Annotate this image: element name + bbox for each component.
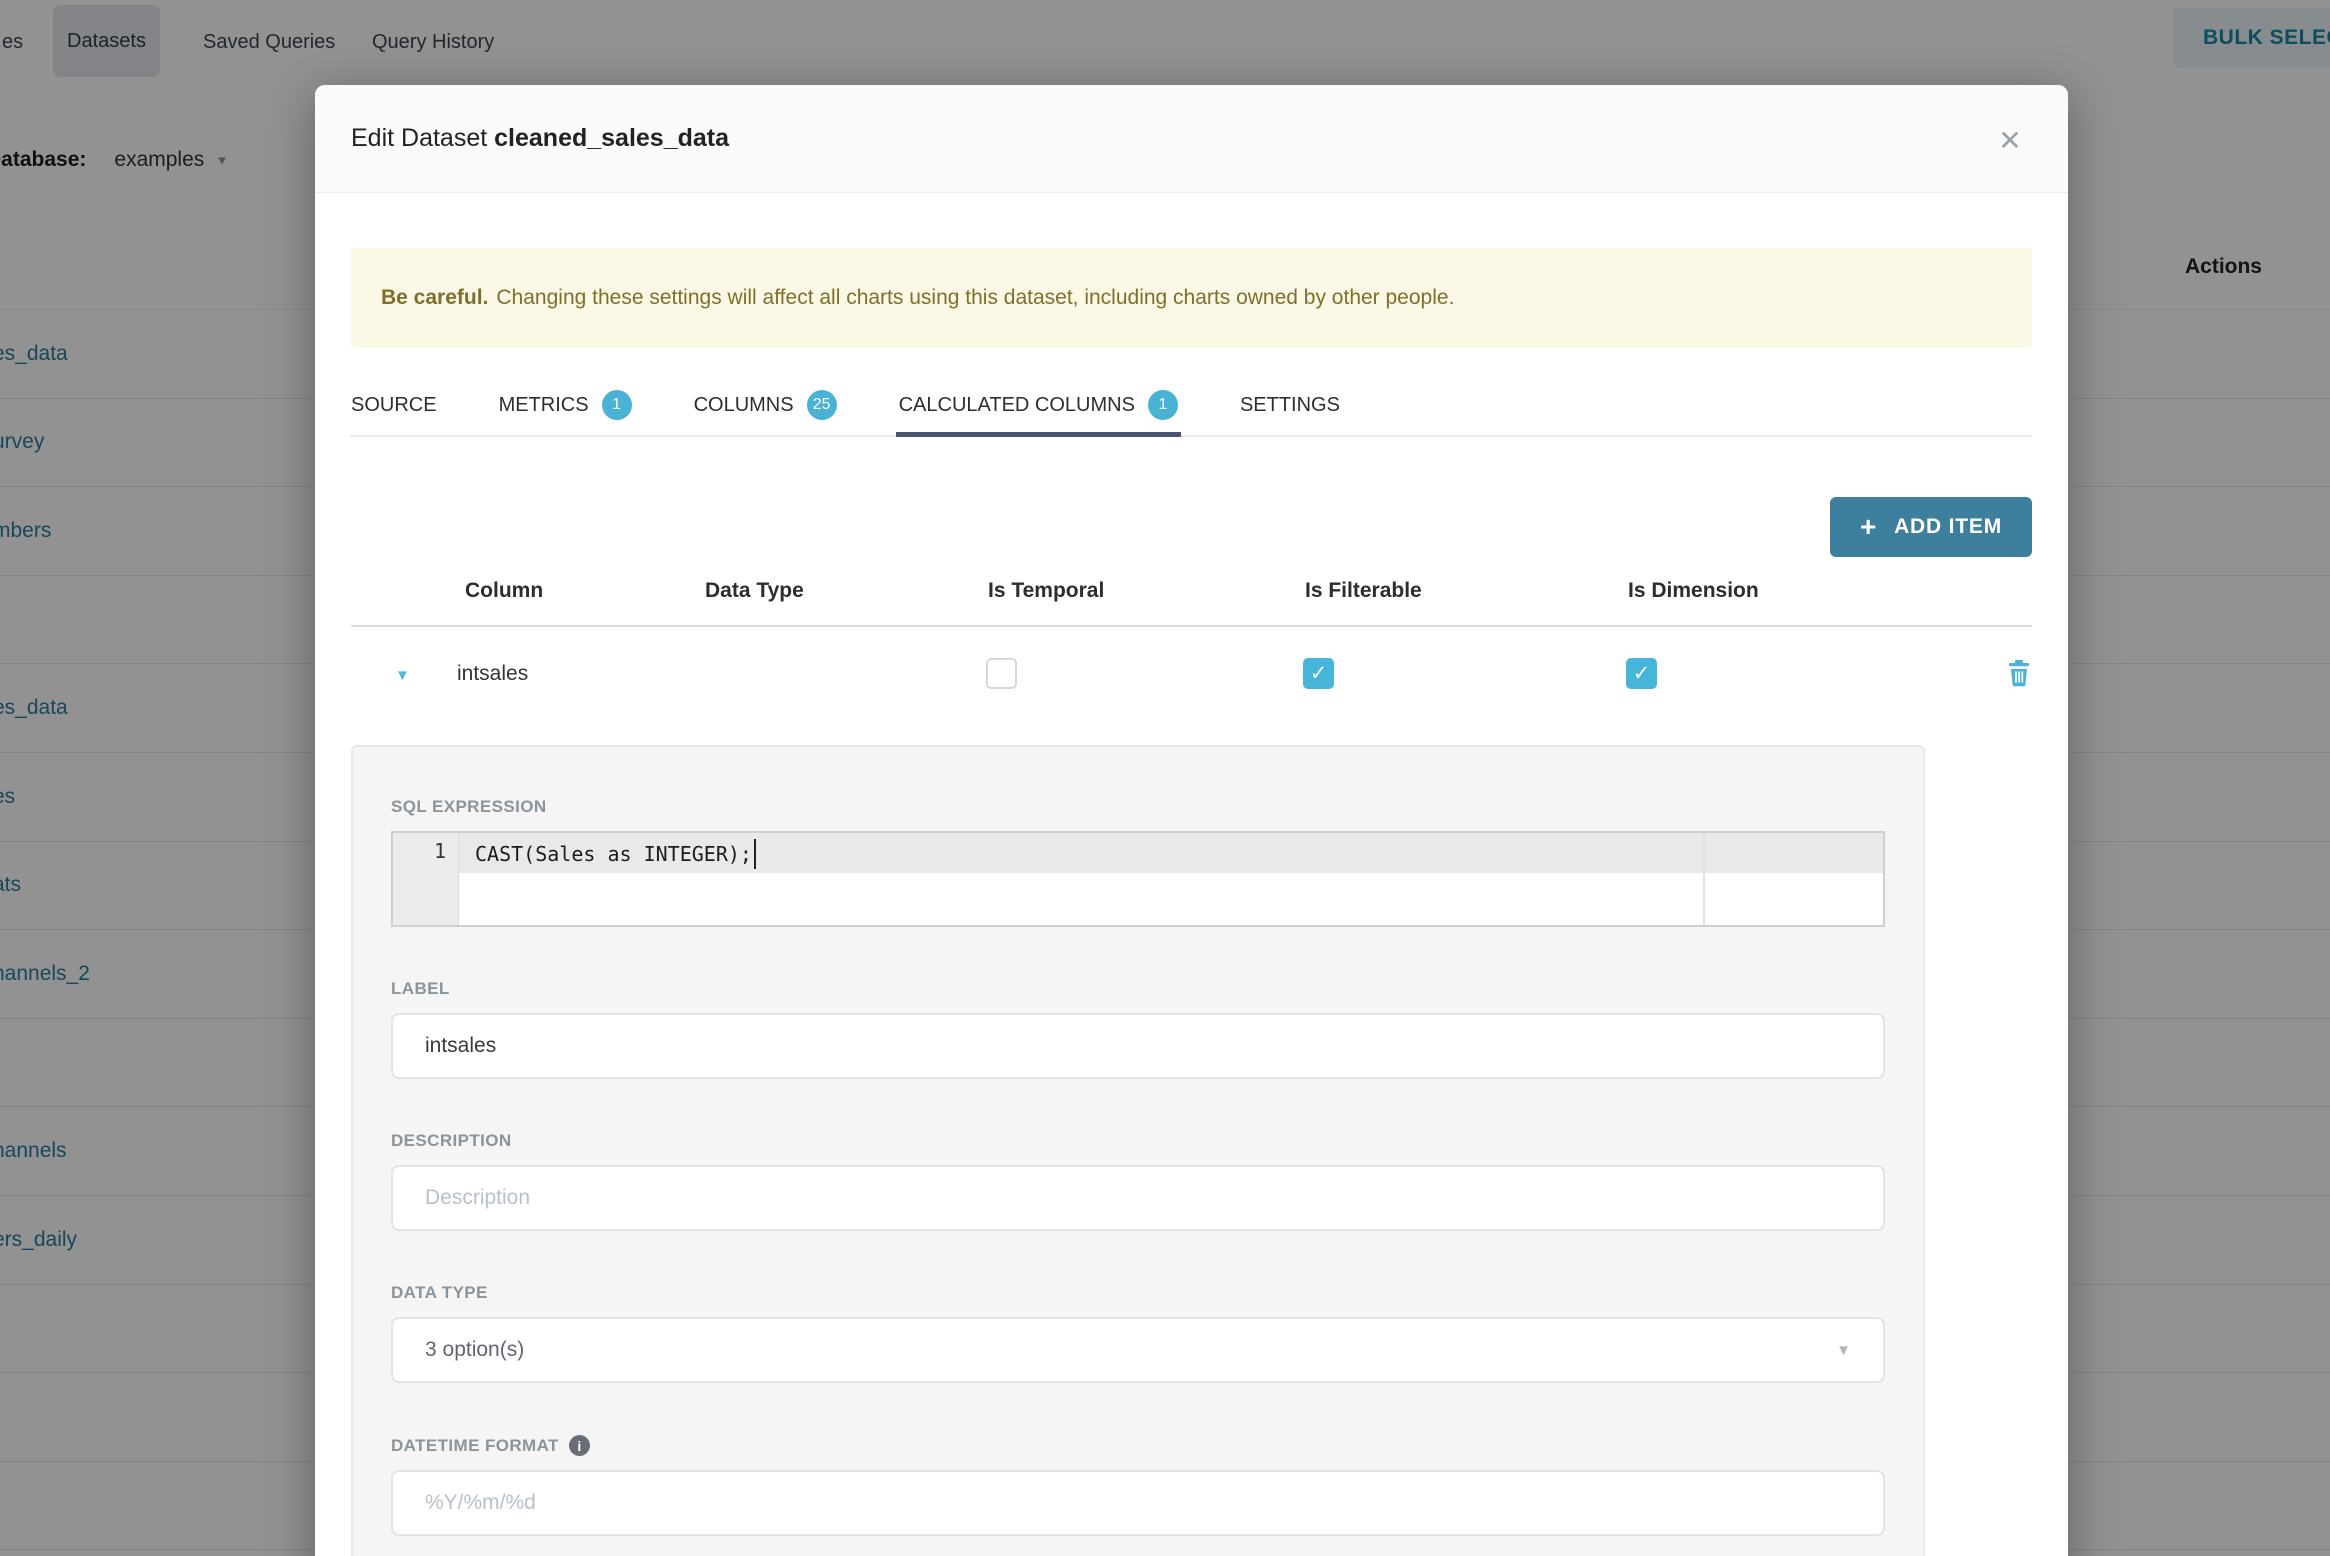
label-input[interactable] [391, 1013, 1885, 1079]
add-item-row: + ADD ITEM [351, 497, 2032, 557]
description-field-label: DESCRIPTION [391, 1131, 512, 1150]
tab-settings[interactable]: SETTINGS [1240, 375, 1340, 435]
text-cursor [753, 839, 756, 869]
expand-caret-icon[interactable]: ▼ [395, 667, 410, 684]
sql-code-text: CAST(Sales as INTEGER); [475, 842, 752, 866]
tab-label: COLUMNS [693, 393, 794, 416]
header-is-dimension: Is Dimension [1628, 579, 1759, 602]
trash-icon[interactable] [2006, 660, 2032, 688]
tab-columns[interactable]: COLUMNS 25 [694, 375, 837, 435]
tab-label: SETTINGS [1239, 393, 1340, 416]
data-type-selected-value: 3 option(s) [425, 1338, 525, 1361]
table-row: ▼ intsales ✓ ✓ [351, 627, 2032, 720]
tab-metrics[interactable]: METRICS 1 [499, 375, 632, 435]
tab-count-badge: 1 [601, 390, 632, 420]
columns-table-header: Column Data Type Is Temporal Is Filterab… [351, 557, 2032, 627]
modal-body: Be careful. Changing these settings will… [315, 248, 2068, 1556]
datetime-format-label-text: DATETIME FORMAT [391, 1435, 559, 1455]
header-is-filterable: Is Filterable [1305, 579, 1422, 602]
header-column: Column [465, 579, 544, 602]
warning-banner-text: Changing these settings will affect all … [496, 286, 1455, 309]
add-item-button[interactable]: + ADD ITEM [1829, 497, 2032, 557]
row-column-name: intsales [457, 661, 529, 685]
editor-code-area[interactable]: CAST(Sales as INTEGER); [459, 833, 1883, 925]
modal-dataset-name: cleaned_sales_data [494, 124, 730, 152]
datetime-format-field-group: DATETIME FORMAT i [391, 1435, 1885, 1536]
description-input[interactable] [391, 1165, 1885, 1231]
sql-expression-label: SQL EXPRESSION [391, 797, 547, 816]
datetime-format-input[interactable] [391, 1470, 1885, 1536]
warning-banner-bold: Be careful. [381, 286, 489, 309]
tab-count-badge: 25 [806, 390, 837, 420]
info-icon[interactable]: i [568, 1435, 590, 1456]
edit-dataset-modal: Edit Dataset cleaned_sales_data ✕ Be car… [315, 85, 2068, 1556]
header-data-type: Data Type [705, 579, 804, 602]
is-filterable-checkbox[interactable]: ✓ [1303, 658, 1334, 689]
editor-gutter: 1 [393, 833, 459, 925]
label-field-label: LABEL [391, 979, 450, 998]
description-field-group: DESCRIPTION [391, 1131, 1885, 1231]
tab-label: METRICS [498, 393, 589, 416]
label-field-group: LABEL [391, 979, 1885, 1079]
modal-header: Edit Dataset cleaned_sales_data ✕ [315, 85, 2068, 193]
datetime-format-field-label: DATETIME FORMAT i [391, 1435, 1885, 1456]
warning-banner: Be careful. Changing these settings will… [351, 248, 2032, 348]
modal-tabs: SOURCE METRICS 1 COLUMNS 25 CALCULATED COLUMN… [351, 375, 2032, 437]
tab-calculated-columns[interactable]: CALCULATED COLUMNS 1 [895, 375, 1182, 437]
is-temporal-checkbox[interactable] [986, 658, 1017, 689]
modal-title: Edit Dataset cleaned_sales_data [351, 124, 729, 153]
tab-label: SOURCE [351, 393, 437, 416]
screen: es Datasets Saved Queries Query History … [0, 0, 2330, 1556]
is-dimension-checkbox[interactable]: ✓ [1626, 658, 1657, 689]
add-item-label: ADD ITEM [1894, 515, 2002, 538]
tab-count-badge: 1 [1147, 390, 1178, 420]
select-caret-icon: ▼ [1836, 1341, 1851, 1359]
tab-source[interactable]: SOURCE [351, 375, 437, 435]
data-type-field-group: DATA TYPE 3 option(s) ▼ [391, 1283, 1885, 1383]
data-type-field-label: DATA TYPE [391, 1283, 488, 1302]
plus-icon: + [1859, 511, 1878, 542]
tab-label: CALCULATED COLUMNS [898, 393, 1135, 416]
modal-title-prefix: Edit Dataset [351, 124, 488, 152]
data-type-select[interactable]: 3 option(s) ▼ [391, 1317, 1885, 1383]
calculated-column-detail-panel: SQL EXPRESSION 1 CAST(Sales as INTEGER);… [351, 745, 1925, 1556]
header-is-temporal: Is Temporal [988, 579, 1105, 602]
sql-expression-editor[interactable]: 1 CAST(Sales as INTEGER); [391, 831, 1885, 927]
close-icon[interactable]: ✕ [1992, 122, 2028, 158]
